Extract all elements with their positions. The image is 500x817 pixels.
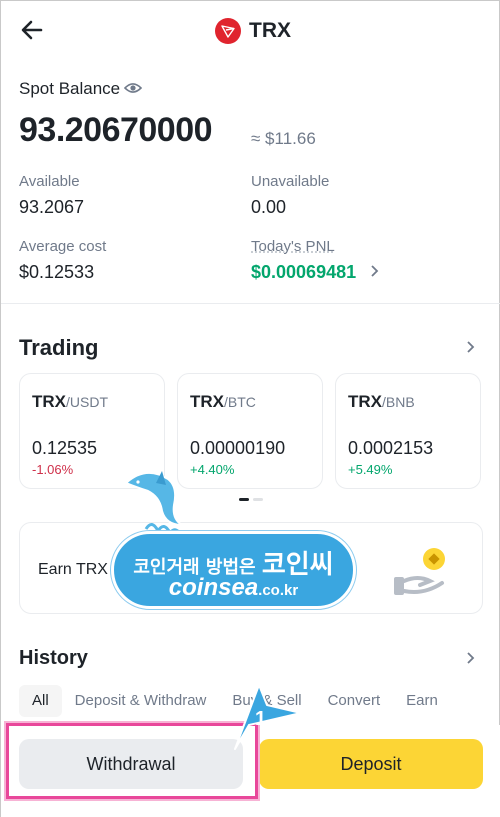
pair-price: 0.12535 — [32, 438, 98, 458]
carousel-dot — [253, 498, 263, 501]
section-divider — [1, 303, 500, 304]
pair-price: 0.0002153 — [348, 438, 434, 458]
watermark-brand: coinsea.co.kr — [168, 574, 299, 601]
back-arrow-icon[interactable] — [19, 17, 45, 43]
page-title-group: TRX — [215, 17, 291, 45]
unavailable-label: Unavailable — [251, 173, 330, 190]
chevron-right-icon[interactable] — [465, 340, 475, 354]
step-callout-arrow-icon: 1 — [234, 685, 302, 750]
trading-pair-card[interactable]: TRX/BNB 0.0002153 +5.49% — [335, 373, 481, 489]
unavailable-value: 0.00 — [251, 197, 287, 217]
pair-change: +4.40% — [190, 462, 235, 477]
tab-earn[interactable]: Earn — [393, 685, 451, 717]
pair-change: +5.49% — [348, 462, 393, 477]
spot-balance-label: Spot Balance — [19, 79, 121, 98]
trx-logo-icon — [215, 18, 241, 44]
balance-usd-approx: ≈ $11.66 — [251, 129, 316, 148]
pair-price: 0.00000190 — [190, 438, 286, 458]
step-number: 1 — [255, 708, 266, 730]
total-balance: 93.20670000 — [19, 111, 213, 149]
earn-label: Earn TRX — [38, 561, 108, 578]
eye-icon[interactable] — [124, 81, 142, 95]
chevron-right-icon[interactable] — [369, 264, 379, 278]
chevron-right-icon[interactable] — [465, 651, 475, 665]
average-cost-label: Average cost — [19, 238, 107, 255]
carousel-indicator — [239, 498, 263, 501]
available-value: 93.2067 — [19, 197, 85, 217]
available-label: Available — [19, 173, 80, 190]
pair-change: -1.06% — [32, 462, 74, 477]
tab-all[interactable]: All — [19, 685, 62, 717]
todays-pnl-label[interactable]: Today's PNL — [251, 238, 335, 255]
tab-deposit-withdraw[interactable]: Deposit & Withdraw — [62, 685, 220, 717]
trading-pair-card[interactable]: TRX/BTC 0.00000190 +4.40% — [177, 373, 323, 489]
coinsea-watermark: 코인거래 방법은 코인씨 coinsea.co.kr — [111, 531, 356, 609]
todays-pnl-value[interactable]: $0.00069481 — [251, 262, 356, 283]
earn-coin-hand-icon — [394, 548, 445, 595]
page-title: TRX — [249, 19, 291, 42]
header: TRX — [1, 1, 500, 61]
history-section-title: History — [19, 647, 88, 669]
pair-name: TRX/USDT — [32, 392, 108, 411]
pair-name: TRX/BTC — [190, 392, 256, 411]
average-cost-value: $0.12533 — [19, 262, 95, 282]
trading-section-title: Trading — [19, 335, 99, 360]
carousel-dot-active — [239, 498, 249, 501]
withdrawal-button[interactable]: Withdrawal — [19, 739, 243, 789]
pair-name: TRX/BNB — [348, 392, 415, 411]
